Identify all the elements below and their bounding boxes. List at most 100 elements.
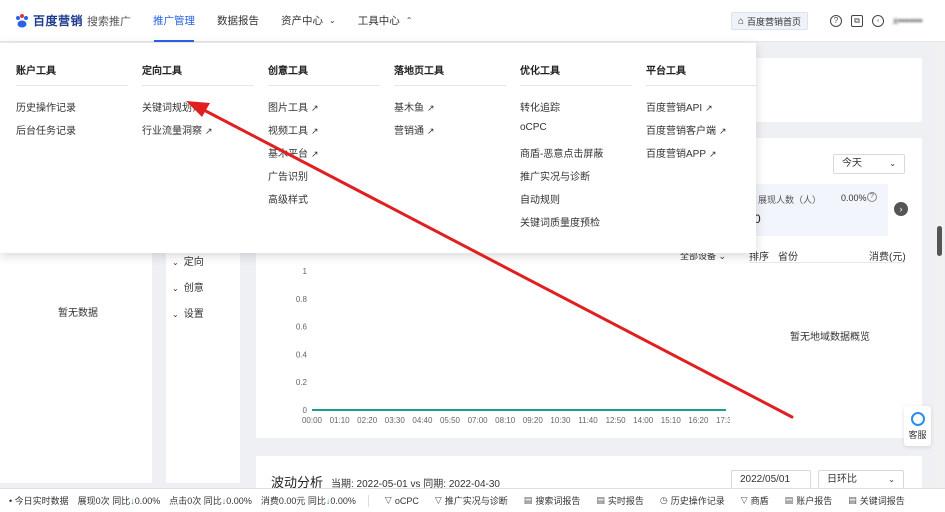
menu-item[interactable]: 百度营销客户端 ↗ (646, 122, 758, 137)
x-tick-label: 16:20 (688, 416, 709, 425)
nav-item-label: 工具中心 (357, 15, 400, 27)
date-picker[interactable]: 2022/05/01 (731, 470, 811, 490)
user-icon[interactable]: ◦ (872, 15, 884, 27)
nav-item-0[interactable]: 推广管理 (142, 0, 206, 42)
menu-item-label: 视频工具 (268, 126, 308, 137)
nav-item-1[interactable]: 数据报告 (206, 0, 270, 42)
username[interactable]: x••••••• (893, 16, 935, 27)
menu-item[interactable]: 基木平台 ↗ (268, 145, 380, 160)
external-link-icon: ↗ (705, 103, 713, 113)
scroll-track[interactable] (935, 44, 944, 488)
menu-item[interactable]: 百度营销API ↗ (646, 99, 758, 114)
external-link-icon: ↗ (311, 103, 319, 113)
menu-item-label: 基木平台 (268, 149, 308, 160)
bottom-tool-7[interactable]: ▤ 关键词报告 (848, 494, 905, 507)
nav-item-label: 数据报告 (217, 15, 259, 27)
help-icon[interactable]: ? (830, 15, 842, 27)
tree-item-creative[interactable]: ⌄ 创意 (172, 279, 204, 294)
menu-item-label: 图片工具 (268, 103, 308, 114)
x-tick-label: 02:20 (357, 416, 378, 425)
bottom-tool-label: 历史操作记录 (670, 496, 725, 506)
bottom-tool-4[interactable]: ◷ 历史操作记录 (660, 494, 725, 507)
bottom-tool-3[interactable]: ▤ 实时报告 (596, 494, 644, 507)
brand-name: 百度营销 (33, 14, 84, 28)
realtime-label: • 今日实时数据 (9, 496, 69, 506)
menu-item-label: 关键词质量度预检 (520, 218, 600, 229)
bottom-tool-1[interactable]: ▽ 推广实况与诊断 (435, 494, 508, 507)
question-icon[interactable]: ? (867, 192, 877, 202)
tool-icon: ◷ (659, 495, 668, 505)
menu-item[interactable]: 基木鱼 ↗ (394, 99, 506, 114)
x-tick-label: 03:30 (385, 416, 406, 425)
menu-column-items: 转化追踪 oCPC 商盾-恶意点击屏蔽 推广实况与诊断 自动规则关键词质量度预检 (520, 86, 632, 229)
tool-icon: ▤ (784, 495, 794, 505)
tree-item-targeting[interactable]: ⌄ 定向 (172, 253, 204, 268)
stat-percent: 0.00% (841, 193, 867, 203)
home-button[interactable]: ⌂ 百度营销首页 (730, 12, 808, 30)
menu-item[interactable]: 商盾-恶意点击屏蔽 (520, 145, 632, 160)
menu-item[interactable]: 百度营销APP ↗ (646, 145, 758, 160)
menu-item-label: 转化追踪 (520, 103, 560, 114)
menu-item[interactable]: 营销通 ↗ (394, 122, 506, 137)
menu-item[interactable]: 图片工具 ↗ (268, 99, 380, 114)
bottom-tool-label: 推广实况与诊断 (444, 496, 508, 506)
tool-icon: ▤ (848, 495, 857, 505)
external-link-icon: ↗ (709, 149, 717, 159)
impressions-value: 展现0次 (77, 496, 110, 506)
next-arrow-button[interactable]: › (894, 202, 908, 216)
tool-icon: ▽ (434, 495, 442, 505)
menu-item[interactable]: 广告识别 (268, 168, 380, 183)
compare-select[interactable]: 日环比 ⌄ (818, 470, 904, 490)
menu-item[interactable]: 推广实况与诊断 (520, 168, 632, 183)
clicks-value: 点击0次 (169, 496, 202, 506)
scrollbar-thumb[interactable] (937, 226, 942, 256)
menu-item[interactable]: 历史操作记录 (16, 99, 128, 114)
customer-service-button[interactable]: 客服 (904, 406, 931, 446)
chevron-down-icon: ⌄ (889, 159, 896, 168)
copy-icon[interactable]: ⧉ (851, 15, 863, 27)
logo[interactable]: 百度营销 搜索推广 (14, 12, 142, 29)
baidu-paw-icon (16, 13, 28, 27)
chevron-down-icon: ⌄ (172, 258, 179, 267)
tool-icon: ▽ (740, 495, 748, 505)
menu-item-label: 基木鱼 (394, 103, 424, 114)
menu-column-title: 账户工具 (16, 43, 128, 86)
bottom-tool-5[interactable]: ▽ 商盾 (741, 494, 769, 507)
menu-item-label: 历史操作记录 (16, 103, 76, 114)
external-link-icon: ↗ (311, 126, 319, 136)
service-label: 客服 (908, 430, 927, 440)
tree-item-settings[interactable]: ⌄ 设置 (172, 305, 204, 320)
x-tick-label: 10:30 (550, 416, 571, 425)
menu-column-title: 创意工具 (268, 43, 380, 86)
bottom-tool-6[interactable]: ▤ 账户报告 (785, 494, 833, 507)
menu-item[interactable]: 行业流量洞察 ↗ (142, 122, 254, 137)
impressions-compare-label: 同比 (112, 496, 131, 506)
y-tick-label: 1 (303, 267, 308, 276)
menu-item[interactable]: 后台任务记录 (16, 122, 128, 137)
menu-item[interactable]: 关键词规划师 (142, 99, 254, 114)
menu-item[interactable]: 关键词质量度预检 (520, 214, 632, 229)
chevron-down-icon: ⌄ (172, 284, 179, 293)
menu-item[interactable]: oCPC (520, 122, 632, 135)
menu-item[interactable]: 自动规则 (520, 191, 632, 206)
nav-item-3[interactable]: 工具中心 ⌃ (347, 0, 424, 42)
period-select[interactable]: 今天 ⌄ (833, 154, 905, 174)
nav-item-2[interactable]: 资产中心 ⌄ (270, 0, 347, 42)
cost-compare-label: 同比 (307, 496, 326, 506)
y-tick-label: 0.2 (296, 378, 308, 387)
menu-item[interactable]: 高级样式 (268, 191, 380, 206)
bottom-tool-2[interactable]: ▤ 搜索词报告 (524, 494, 581, 507)
y-tick-label: 0.4 (296, 350, 308, 359)
menu-item-label: 营销通 (394, 126, 424, 137)
menu-item[interactable]: 视频工具 ↗ (268, 122, 380, 137)
stat-label: 展现人数（人） (758, 195, 822, 205)
bottom-tool-0[interactable]: ▽ oCPC (385, 494, 419, 507)
cost-compare-value: 0.00% (330, 496, 356, 506)
chevron-up-icon: ⌃ (405, 16, 413, 25)
tree-item-label: 设置 (183, 309, 204, 320)
menu-column-items: 关键词规划师 行业流量洞察 ↗ (142, 86, 254, 137)
bottom-tool-label: 实时报告 (607, 496, 644, 506)
menu-item[interactable]: 转化追踪 (520, 99, 632, 114)
menu-column-items: 图片工具 ↗ 视频工具 ↗ 基木平台 ↗ 广告识别 高级样式 (268, 86, 380, 206)
external-link-icon: ↗ (311, 149, 319, 159)
